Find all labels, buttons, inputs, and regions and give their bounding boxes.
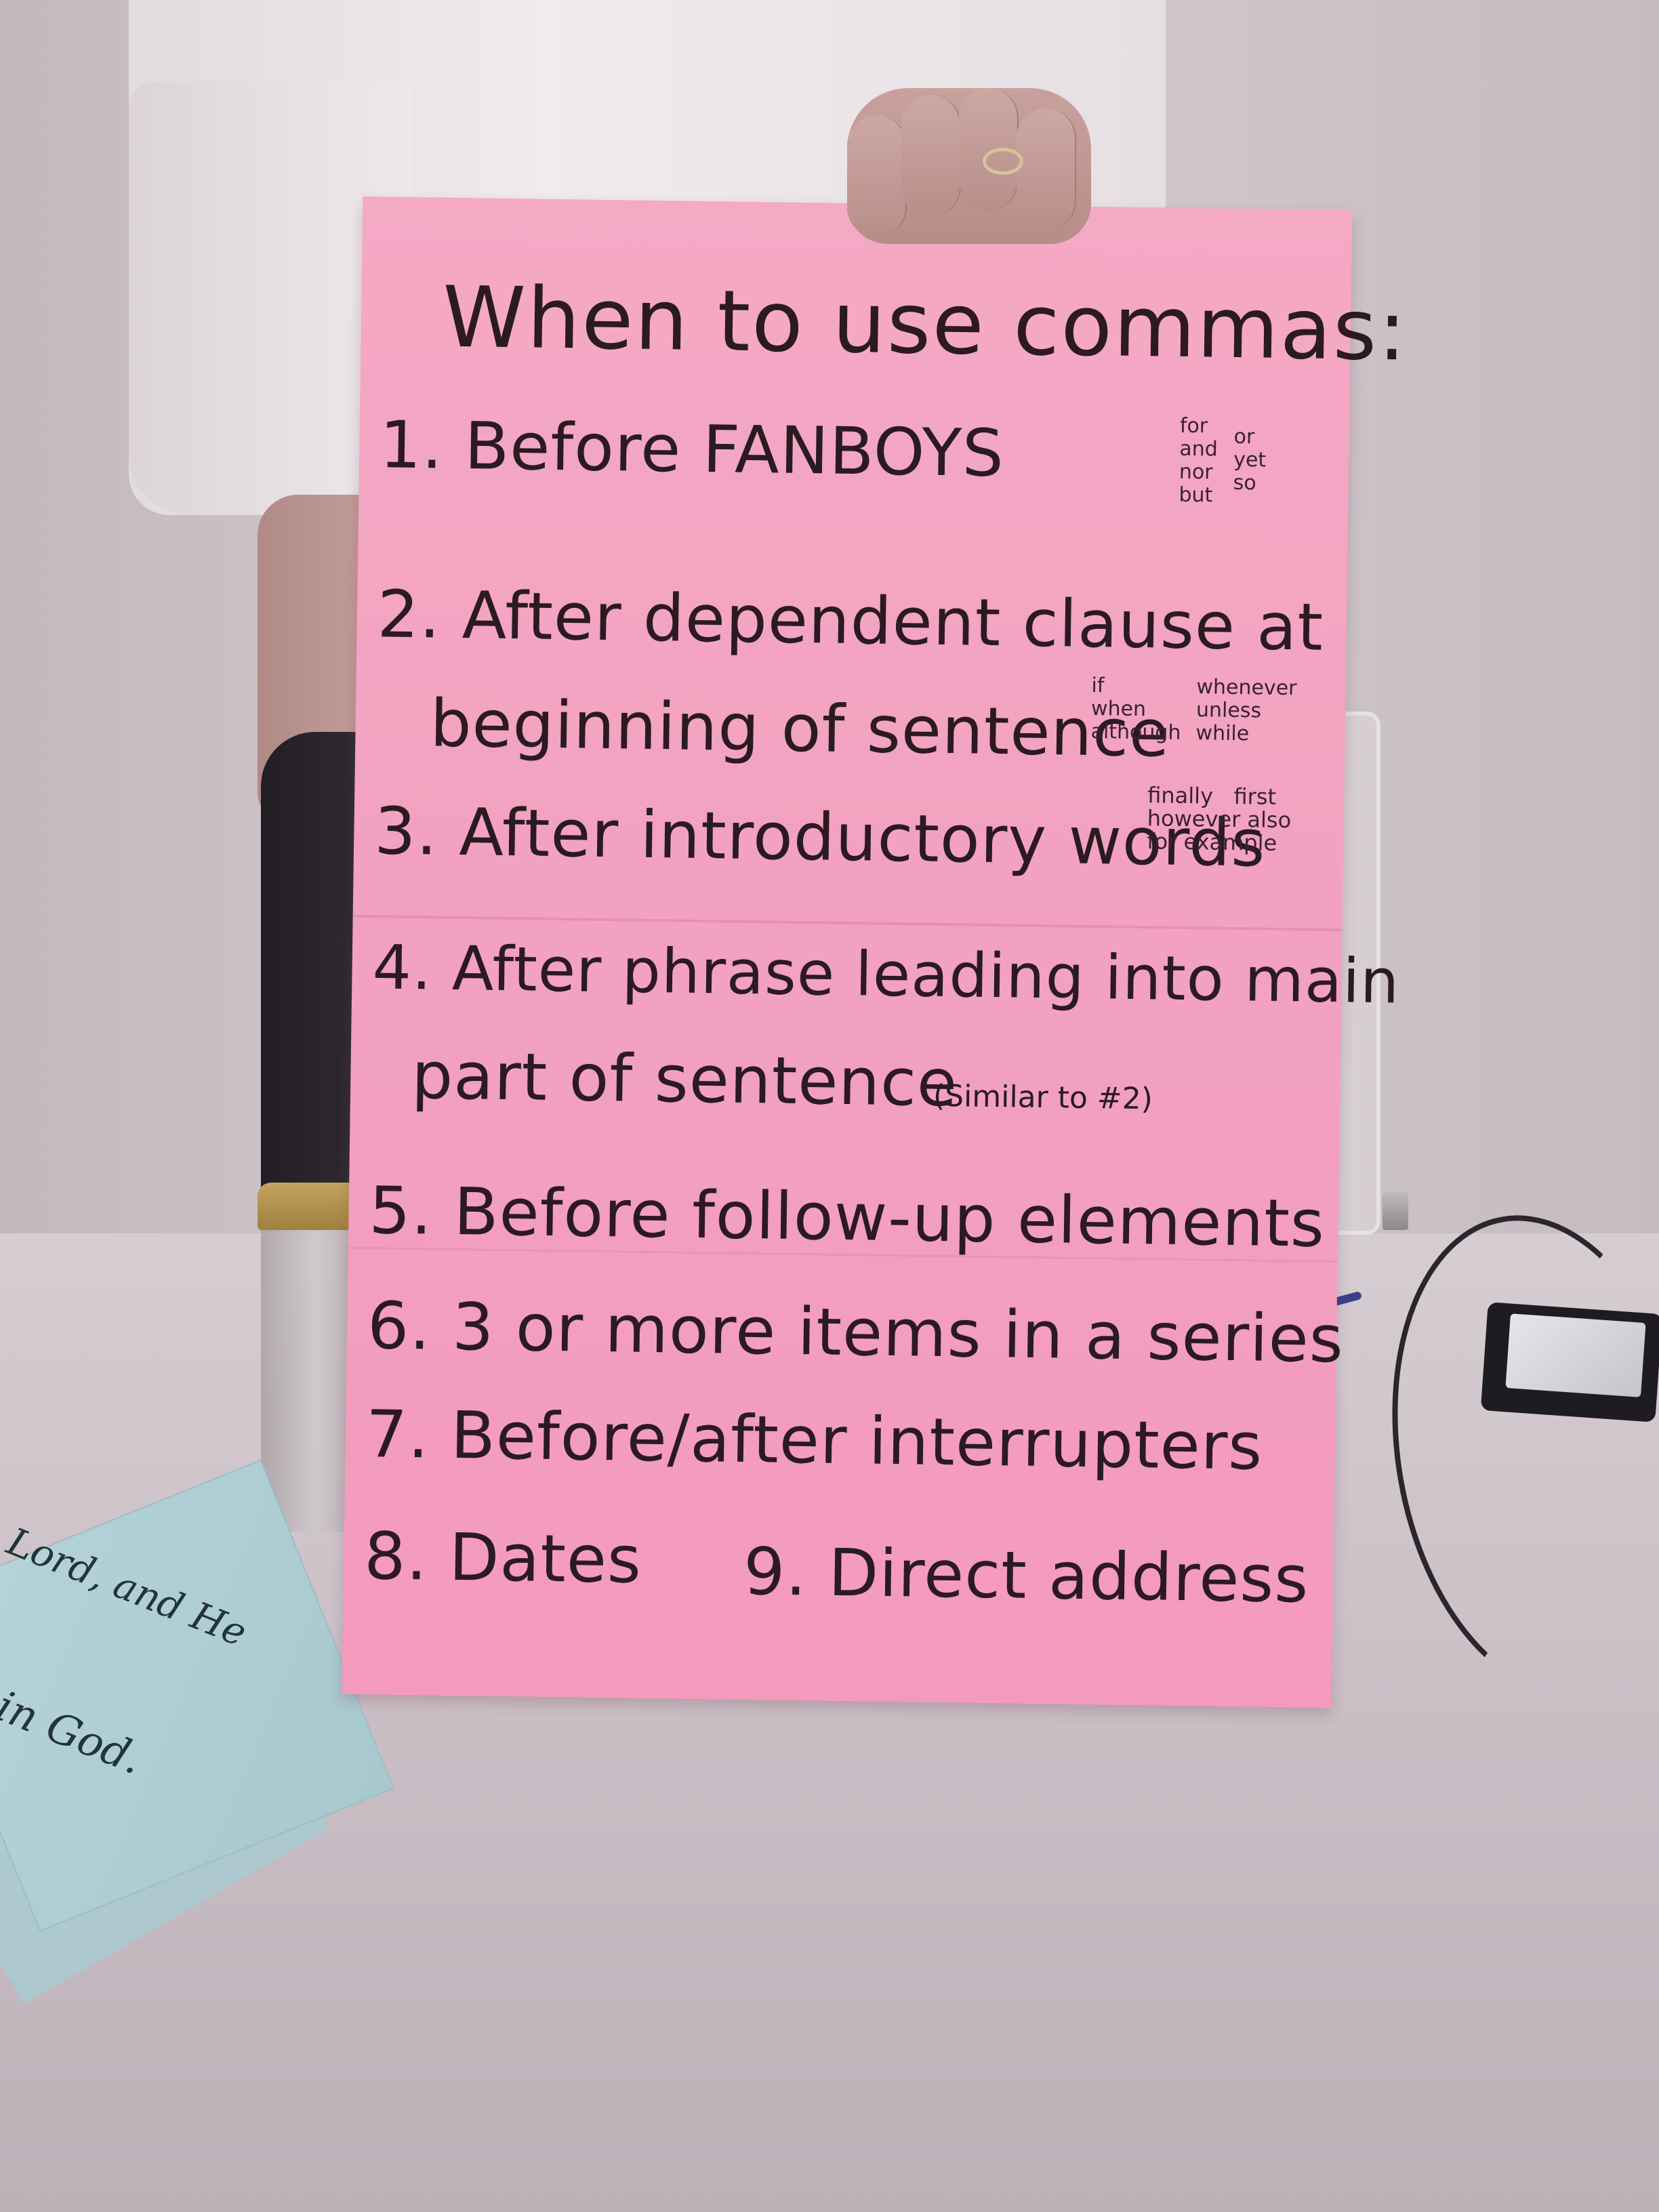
holding-hand — [847, 88, 1091, 244]
rule-8: 8. Dates — [363, 1518, 642, 1598]
finger — [1017, 108, 1076, 230]
rule-2: 2. After dependent clause at — [377, 576, 1324, 665]
rule-3: 3. After introductory words — [373, 793, 1267, 882]
poster-title: When to use commas: — [442, 268, 1409, 380]
comma-rules-poster: When to use commas: 1. Before FANBOYS fo… — [342, 196, 1408, 1708]
rule-1: 1. Before FANBOYS — [379, 407, 1005, 492]
phone-screen — [1505, 1313, 1646, 1397]
rule-6: 6. 3 or more items in a series — [367, 1288, 1345, 1378]
subordinators-list-2: whenever unless while — [1195, 675, 1297, 746]
finger — [901, 95, 961, 217]
subordinators-list-1: if when although — [1090, 673, 1181, 745]
rule-7: 7. Before/after interrupters — [365, 1396, 1264, 1485]
rule-2-continued: beginning of sentence — [429, 685, 1170, 772]
poster-fold — [352, 914, 1343, 932]
rule-4: 4. After phrase leading into main — [371, 932, 1400, 1018]
intro-words-list: finally first however also for example — [1147, 782, 1292, 856]
rule-4-continued: part of sentence — [411, 1038, 958, 1122]
cable-plug — [1382, 1193, 1408, 1230]
fanboys-list-2: or yet so — [1233, 424, 1267, 495]
rule-5: 5. Before follow-up elements — [368, 1172, 1326, 1262]
finger — [847, 115, 907, 237]
fanboys-list-1: for and nor but — [1179, 413, 1218, 508]
rule-4-note: (Similar to #2) — [933, 1078, 1153, 1117]
ring — [983, 148, 1023, 175]
rule-9: 9. Direct address — [743, 1533, 1310, 1618]
